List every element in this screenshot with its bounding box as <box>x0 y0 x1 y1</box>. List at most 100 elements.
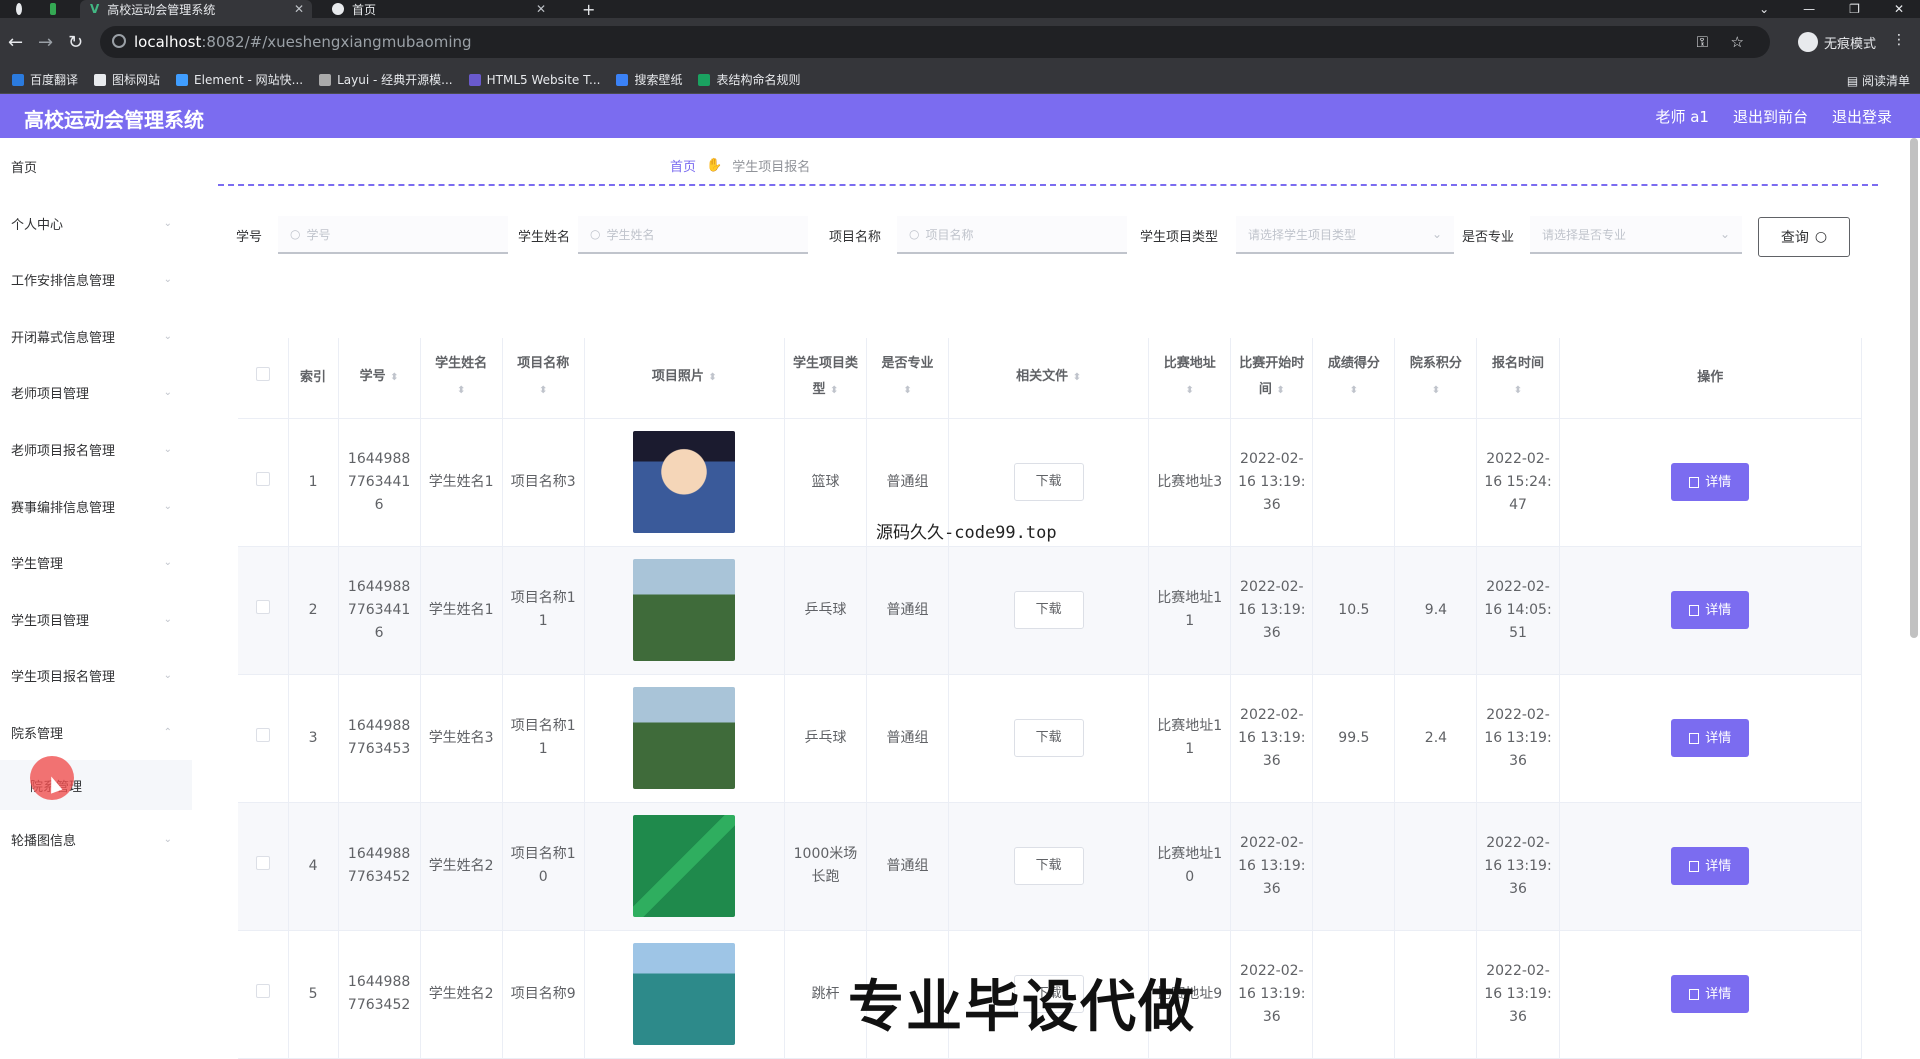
back-to-front-link[interactable]: 退出到前台 <box>1733 106 1808 127</box>
sidebar-item-carousel[interactable]: 轮播图信息 ⌄ <box>0 811 192 867</box>
sidebar-item-teacher-signup[interactable]: 老师项目报名管理 ⌄ <box>0 421 192 477</box>
project-type-select[interactable]: 请选择学生项目类型 ⌄ <box>1236 216 1454 254</box>
url-input[interactable]: localhost:8082/#/xueshengxiangmubaoming … <box>100 26 1770 58</box>
reload-icon[interactable]: ↻ <box>68 32 83 53</box>
column-header[interactable]: 报名时间 ⬍ <box>1476 338 1560 419</box>
sort-icon[interactable]: ⬍ <box>903 385 911 396</box>
close-icon[interactable]: ✕ <box>536 2 546 16</box>
bookmark-item[interactable]: 搜索壁纸 <box>616 71 682 88</box>
forward-icon[interactable]: → <box>38 32 53 53</box>
column-header[interactable]: 相关文件 ⬍ <box>948 338 1150 419</box>
table-row: 3 16449887763453 学生姓名3 项目名称11 乒乓球 普通组 下载… <box>238 674 1863 803</box>
column-header[interactable]: 院系积分 ⬍ <box>1394 338 1478 419</box>
incognito-profile[interactable]: 无痕模式 <box>1797 32 1876 52</box>
sidebar-item-work-schedule[interactable]: 工作安排信息管理 ⌄ <box>0 251 192 307</box>
sort-icon[interactable]: ⬍ <box>708 372 716 383</box>
close-window-icon[interactable]: ✕ <box>1894 2 1904 16</box>
column-header[interactable]: 项目名称 ⬍ <box>502 338 585 419</box>
project-photo[interactable] <box>633 559 736 661</box>
sort-icon[interactable]: ⬍ <box>1432 385 1440 396</box>
row-checkbox[interactable] <box>238 930 289 1059</box>
download-button[interactable]: 下载 <box>1013 591 1084 629</box>
detail-button[interactable]: 详情 <box>1671 847 1750 885</box>
project-name-input[interactable]: ○ 项目名称 <box>897 216 1127 254</box>
bookmark-item[interactable]: Layui - 经典开源模... <box>319 71 453 88</box>
close-icon[interactable]: ✕ <box>294 2 304 16</box>
sort-icon[interactable]: ⬍ <box>457 385 465 396</box>
sidebar-item-students[interactable]: 学生管理 ⌄ <box>0 534 192 590</box>
column-header[interactable]: 学生项目类型 ⬍ <box>784 338 867 419</box>
select-all-checkbox[interactable] <box>238 338 289 419</box>
row-checkbox[interactable] <box>238 418 289 547</box>
download-button[interactable]: 下载 <box>1013 847 1084 885</box>
sidebar-item-department[interactable]: 院系管理 ⌃ <box>0 704 192 760</box>
download-button[interactable]: 下载 <box>1013 719 1084 757</box>
sort-icon[interactable]: ⬍ <box>1276 385 1284 396</box>
sort-icon[interactable]: ⬍ <box>1514 385 1522 396</box>
reading-list[interactable]: ▤ 阅读清单 <box>1847 72 1910 89</box>
row-checkbox[interactable] <box>238 546 289 675</box>
row-checkbox[interactable] <box>238 674 289 803</box>
bookmark-item[interactable]: 百度翻译 <box>12 71 78 88</box>
chevron-down-icon: ⌄ <box>163 833 172 845</box>
chevron-down-icon[interactable]: ⌄ <box>1759 2 1769 16</box>
project-photo[interactable] <box>633 687 736 789</box>
sort-icon[interactable]: ⬍ <box>539 385 547 396</box>
column-header[interactable]: 项目照片 ⬍ <box>584 338 785 419</box>
student-no-input[interactable]: ○ 学号 <box>278 216 508 254</box>
bookmark-item[interactable]: Element - 网站快... <box>176 71 303 88</box>
column-header[interactable]: 是否专业 ⬍ <box>866 338 950 419</box>
detail-button[interactable]: 详情 <box>1671 591 1750 629</box>
row-checkbox[interactable] <box>238 802 289 931</box>
more-menu-icon[interactable]: ⋮ <box>1892 32 1906 48</box>
bookmark-item[interactable]: 表结构命名规则 <box>698 71 800 88</box>
project-photo[interactable] <box>633 431 736 533</box>
detail-button[interactable]: 详情 <box>1671 719 1750 757</box>
app-favicon-tab[interactable] <box>40 0 66 18</box>
browser-menu-icon[interactable] <box>6 0 32 18</box>
sidebar-item-ceremony[interactable]: 开闭幕式信息管理 ⌄ <box>0 308 192 364</box>
column-header[interactable]: 学号 ⬍ <box>338 338 421 419</box>
browser-tabstrip: V 高校运动会管理系统 ✕ 首页 ✕ + ⌄ — ❐ ✕ <box>0 0 1920 19</box>
sidebar-item-student-project[interactable]: 学生项目管理 ⌄ <box>0 591 192 647</box>
sidebar-item-teacher-project[interactable]: 老师项目管理 ⌄ <box>0 364 192 420</box>
page-scrollbar[interactable] <box>1910 138 1918 638</box>
student-name-input[interactable]: ○ 学生姓名 <box>578 216 808 254</box>
sidebar-item-student-signup[interactable]: 学生项目报名管理 ⌄ <box>0 647 192 703</box>
project-photo[interactable] <box>633 943 736 1045</box>
back-icon[interactable]: ← <box>8 32 23 53</box>
sort-icon[interactable]: ⬍ <box>390 372 398 383</box>
project-photo[interactable] <box>633 815 736 917</box>
query-button[interactable]: 查询 ○ <box>1758 217 1850 257</box>
column-header[interactable]: 学生姓名 ⬍ <box>420 338 503 419</box>
sidebar-subitem-department[interactable]: 院系管理 <box>0 760 192 810</box>
detail-button[interactable]: 详情 <box>1671 975 1750 1013</box>
info-icon[interactable] <box>112 34 126 48</box>
column-header[interactable]: 比赛地址 ⬍ <box>1148 338 1232 419</box>
download-button[interactable]: 下载 <box>1013 463 1084 501</box>
globe-icon <box>332 3 344 15</box>
sort-icon[interactable]: ⬍ <box>1073 372 1081 383</box>
sort-icon[interactable]: ⬍ <box>830 385 838 396</box>
restore-icon[interactable]: ❐ <box>1849 2 1860 16</box>
breadcrumb-home[interactable]: 首页 <box>670 156 696 175</box>
bookmark-item[interactable]: HTML5 Website T... <box>468 73 600 87</box>
tab-home[interactable]: 首页 ✕ <box>322 0 554 18</box>
sort-icon[interactable]: ⬍ <box>1186 385 1194 396</box>
key-icon[interactable]: ⚿ <box>1697 33 1708 51</box>
sort-icon[interactable]: ⬍ <box>1350 385 1358 396</box>
column-header-label: 是否专业 <box>881 356 934 372</box>
column-header[interactable]: 比赛开始时间 ⬍ <box>1230 338 1314 419</box>
logout-link[interactable]: 退出登录 <box>1832 106 1892 127</box>
sidebar-item-home[interactable]: 首页 <box>0 138 192 194</box>
detail-button[interactable]: 详情 <box>1671 463 1750 501</box>
bookmark-item[interactable]: 图标网站 <box>94 71 160 88</box>
sidebar-item-profile[interactable]: 个人中心 ⌄ <box>0 195 192 251</box>
minimize-icon[interactable]: — <box>1803 2 1815 16</box>
professional-select[interactable]: 请选择是否专业 ⌄ <box>1530 216 1742 254</box>
star-icon[interactable]: ☆ <box>1731 33 1744 51</box>
column-header[interactable]: 成绩得分 ⬍ <box>1312 338 1396 419</box>
sidebar-item-event-schedule[interactable]: 赛事编排信息管理 ⌄ <box>0 478 192 534</box>
new-tab-button[interactable]: + <box>572 0 596 19</box>
tab-app[interactable]: V 高校运动会管理系统 ✕ <box>80 0 312 18</box>
